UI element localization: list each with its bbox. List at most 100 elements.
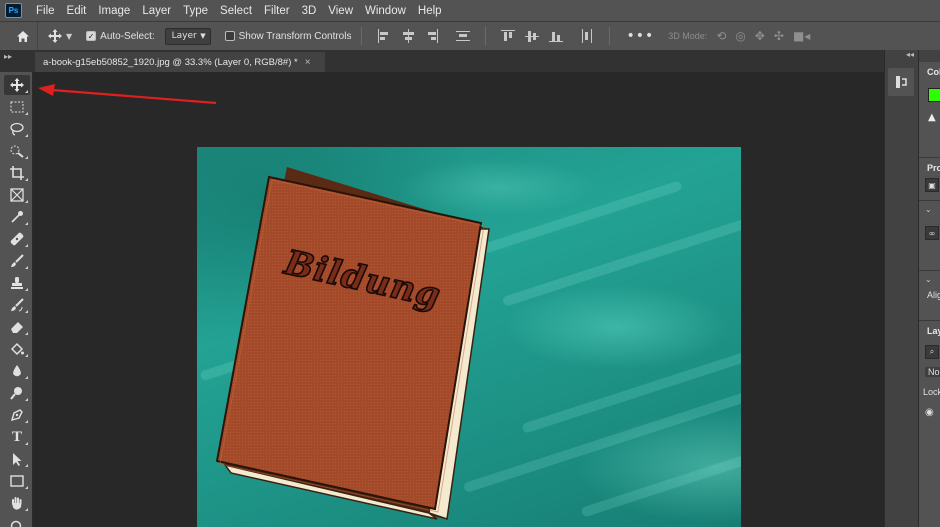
menu-3d[interactable]: 3D bbox=[296, 5, 323, 17]
magnifier-icon bbox=[10, 520, 22, 527]
brush-tool[interactable] bbox=[4, 251, 30, 271]
expand-panels-icon[interactable]: ◂◂ bbox=[885, 50, 918, 62]
move-icon bbox=[10, 78, 24, 92]
color-panel-header[interactable]: Col bbox=[919, 62, 940, 82]
menu-edit[interactable]: Edit bbox=[61, 5, 93, 17]
3d-mode-label: 3D Mode: bbox=[668, 31, 708, 41]
eyedropper-icon bbox=[11, 211, 23, 223]
align-right-edges-icon[interactable] bbox=[425, 29, 439, 43]
book-illustration: Bildung bbox=[215, 167, 490, 520]
close-icon[interactable]: × bbox=[305, 57, 311, 68]
quick-selection-tool[interactable] bbox=[4, 141, 30, 161]
menu-image[interactable]: Image bbox=[92, 5, 136, 17]
rectangle-marquee-icon bbox=[10, 101, 24, 113]
healing-brush-tool[interactable] bbox=[4, 229, 30, 249]
layers-panel-header[interactable]: Lay bbox=[919, 321, 940, 341]
warning-icon[interactable]: ▲ bbox=[928, 112, 940, 123]
zoom-tool[interactable] bbox=[4, 515, 30, 527]
more-options-button[interactable]: ••• bbox=[626, 28, 654, 44]
history-panel-button[interactable] bbox=[888, 68, 914, 96]
divider bbox=[361, 27, 363, 45]
eraser-tool[interactable] bbox=[4, 317, 30, 337]
chevron-down-icon[interactable]: ⌄ bbox=[919, 271, 940, 284]
properties-panel-header[interactable]: Pro bbox=[919, 158, 940, 178]
home-button[interactable] bbox=[8, 21, 38, 51]
menu-file[interactable]: File bbox=[30, 5, 61, 17]
foreground-color-swatch[interactable] bbox=[928, 88, 940, 102]
align-bottom-edges-icon[interactable] bbox=[549, 29, 564, 43]
collapse-toolbar-icon[interactable]: ▸▸ bbox=[4, 52, 12, 61]
divider bbox=[485, 27, 487, 45]
home-icon bbox=[16, 30, 29, 42]
eyedropper-tool[interactable] bbox=[4, 207, 30, 227]
auto-select-target-dropdown[interactable]: Layer ▼ bbox=[164, 27, 211, 45]
show-transform-controls-checkbox[interactable]: Show Transform Controls bbox=[224, 31, 351, 42]
eye-visibility-icon[interactable]: ◉ bbox=[925, 407, 940, 418]
align-top-edges-icon[interactable] bbox=[501, 29, 516, 43]
distribute-horizontal-icon[interactable] bbox=[580, 29, 594, 43]
tool-preset-picker[interactable]: ▼ bbox=[48, 29, 72, 43]
chevron-down-icon[interactable]: ⌄ bbox=[919, 201, 940, 214]
photoshop-window: Ps File Edit Image Layer Type Select Fil… bbox=[0, 0, 940, 527]
align-horizontal-centers-icon[interactable] bbox=[401, 29, 415, 43]
hand-tool[interactable] bbox=[4, 493, 30, 513]
frame-icon bbox=[10, 188, 24, 202]
document-canvas-image[interactable]: Bildung bbox=[197, 147, 741, 527]
pen-tool[interactable] bbox=[4, 405, 30, 425]
document-tab[interactable]: a-book-g15eb50852_1920.jpg @ 33.3% (Laye… bbox=[35, 52, 325, 72]
menu-select[interactable]: Select bbox=[214, 5, 258, 17]
dodge-tool[interactable] bbox=[4, 383, 30, 403]
canvas-area[interactable]: Bildung bbox=[34, 72, 884, 527]
orbit-3d-icon[interactable]: ⟲ bbox=[716, 29, 726, 43]
chevron-down-icon: ▼ bbox=[200, 32, 206, 40]
pen-nib-icon bbox=[10, 409, 23, 422]
paint-bucket-tool[interactable] bbox=[4, 339, 30, 359]
brush-icon bbox=[11, 254, 24, 267]
options-bar: ▼ ✓ Auto-Select: Layer ▼ Show Transform … bbox=[0, 21, 940, 51]
marquee-tool[interactable] bbox=[4, 97, 30, 117]
blur-tool[interactable] bbox=[4, 361, 30, 381]
menu-window[interactable]: Window bbox=[359, 5, 412, 17]
image-icon: ▣ bbox=[925, 178, 939, 192]
history-brush-tool[interactable] bbox=[4, 295, 30, 315]
paint-bucket-icon bbox=[10, 342, 24, 356]
auto-select-target-value: Layer bbox=[171, 31, 197, 41]
crop-tool[interactable] bbox=[4, 163, 30, 183]
panel-header-bar bbox=[919, 50, 940, 62]
video-camera-icon[interactable]: ■◂ bbox=[793, 29, 810, 43]
eraser-icon bbox=[11, 322, 23, 333]
link-icon[interactable]: ∞ bbox=[925, 226, 939, 240]
move-tool[interactable] bbox=[4, 75, 30, 95]
align-left-edges-icon[interactable] bbox=[377, 29, 391, 43]
frame-tool[interactable] bbox=[4, 185, 30, 205]
clone-stamp-tool[interactable] bbox=[4, 273, 30, 293]
auto-select-checkbox[interactable]: ✓ Auto-Select: bbox=[86, 31, 155, 42]
crop-icon bbox=[10, 166, 24, 180]
path-selection-tool[interactable] bbox=[4, 449, 30, 469]
menu-type[interactable]: Type bbox=[177, 5, 214, 17]
blend-mode-dropdown[interactable]: No bbox=[925, 367, 940, 377]
pan-3d-icon[interactable]: ✥ bbox=[755, 29, 765, 43]
menu-help[interactable]: Help bbox=[412, 5, 448, 17]
stamp-icon bbox=[11, 277, 23, 289]
lasso-tool[interactable] bbox=[4, 119, 30, 139]
type-t-icon: T bbox=[11, 428, 22, 445]
document-tab-bar: ▸▸ a-book-g15eb50852_1920.jpg @ 33.3% (L… bbox=[0, 50, 884, 72]
menu-view[interactable]: View bbox=[322, 5, 359, 17]
panel-dock-strip: ◂◂ bbox=[884, 50, 918, 527]
move-icon bbox=[48, 29, 62, 43]
slide-3d-icon[interactable]: ✣ bbox=[774, 29, 784, 43]
water-drop-icon bbox=[13, 365, 21, 377]
lasso-icon bbox=[10, 122, 24, 136]
type-tool[interactable]: T bbox=[4, 427, 30, 447]
rectangle-tool[interactable] bbox=[4, 471, 30, 491]
search-icon[interactable]: ⌕ bbox=[925, 345, 939, 359]
menu-filter[interactable]: Filter bbox=[258, 5, 296, 17]
photoshop-logo: Ps bbox=[5, 3, 22, 18]
align-label: Alig bbox=[927, 290, 940, 300]
menu-layer[interactable]: Layer bbox=[136, 5, 177, 17]
roll-3d-icon[interactable]: ◎ bbox=[735, 29, 745, 43]
menu-bar: Ps File Edit Image Layer Type Select Fil… bbox=[0, 0, 940, 21]
align-vertical-centers-icon[interactable] bbox=[525, 29, 540, 43]
distribute-vertical-icon[interactable] bbox=[456, 29, 471, 43]
